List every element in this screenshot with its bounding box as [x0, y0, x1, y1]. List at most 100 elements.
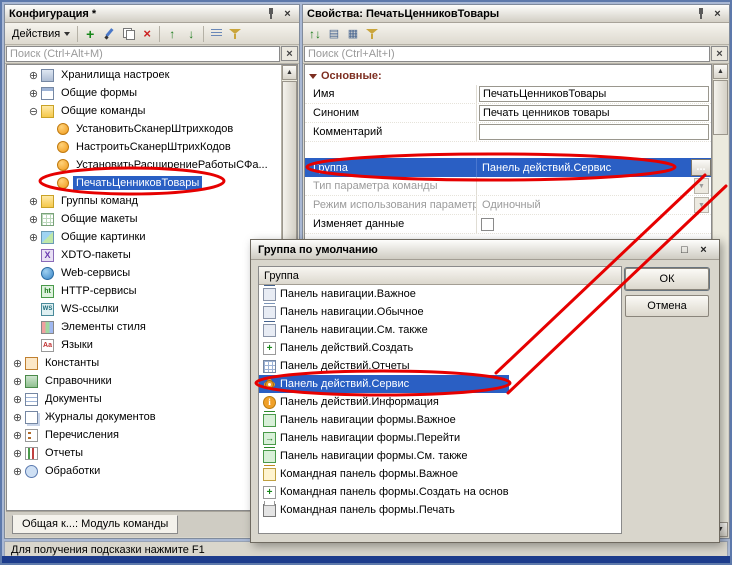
cancel-button[interactable]: Отмена	[625, 295, 709, 317]
tree-expander-icon[interactable]: ⊕	[11, 357, 24, 370]
prop-value-box[interactable]: Печать ценников товары	[479, 105, 709, 121]
prop-row-name[interactable]: Имя ПечатьЦенниковТовары	[305, 85, 711, 104]
tree-expander-icon[interactable]: ⊕	[11, 447, 24, 460]
scrollbar-thumb[interactable]	[282, 81, 297, 251]
tree-expander-icon[interactable]: ⊕	[27, 195, 40, 208]
dialog-item-cell[interactable]: Панель действий.Сервис	[259, 375, 509, 393]
tree-item-15[interactable]: Языки	[7, 336, 281, 354]
tree-expander-icon[interactable]: ⊕	[11, 429, 24, 442]
pin-icon[interactable]	[694, 7, 709, 21]
dialog-list-item-3[interactable]: Панель действий.Создать	[259, 339, 621, 357]
dialog-item-cell[interactable]: Панель навигации.См. также	[259, 321, 509, 339]
dialog-list-item-1[interactable]: Панель навигации.Обычное	[259, 303, 621, 321]
prop-row-synonym[interactable]: Синоним Печать ценников товары	[305, 104, 711, 123]
prop-value-group[interactable]: Панель действий.Сервис	[477, 158, 711, 177]
tree-item-16[interactable]: ⊕ Константы	[7, 354, 281, 372]
tree-expander-icon[interactable]: ⊕	[27, 213, 40, 226]
sort-order-button[interactable]: ↑ ↓	[306, 25, 324, 43]
clear-search-icon[interactable]: ×	[711, 46, 728, 61]
dialog-item-cell[interactable]: Панель навигации.Важное	[259, 285, 509, 303]
filter-button[interactable]	[226, 25, 244, 43]
dropdown-button[interactable]: ▼	[694, 178, 709, 194]
dialog-list-item-10[interactable]: Командная панель формы.Важное	[259, 465, 621, 483]
tree-item-2[interactable]: ⊖ Общие команды	[7, 102, 281, 120]
dialog-item-cell[interactable]: Командная панель формы.Создать на основа…	[259, 483, 509, 501]
dialog-list-item-9[interactable]: Панель навигации формы.См. также	[259, 447, 621, 465]
dialog-list-item-8[interactable]: Панель навигации формы.Перейти	[259, 429, 621, 447]
ok-button[interactable]: ОК	[625, 268, 709, 290]
close-icon[interactable]: ×	[695, 242, 712, 257]
dialog-item-cell[interactable]: Командная панель формы.Важное	[259, 465, 509, 483]
prop-value-synonym[interactable]: Печать ценников товары	[477, 104, 711, 122]
tab-module-command[interactable]: Общая к...: Модуль команды	[12, 515, 179, 534]
prop-value-box[interactable]	[479, 124, 709, 140]
dialog-item-cell[interactable]: Панель навигации формы.См. также	[259, 447, 509, 465]
table-view-button[interactable]: ▦	[344, 25, 362, 43]
dialog-list-item-11[interactable]: Командная панель формы.Создать на основа…	[259, 483, 621, 501]
dialog-item-cell[interactable]: Панель навигации формы.Важное	[259, 411, 509, 429]
maximize-icon[interactable]: □	[676, 242, 693, 257]
dialog-item-cell[interactable]: Командная панель формы.Печать	[259, 501, 509, 519]
dialog-list-item-6[interactable]: Панель действий.Информация	[259, 393, 621, 411]
prop-value-box[interactable]: ПечатьЦенниковТовары	[479, 86, 709, 102]
dialog-list-item-12[interactable]: Командная панель формы.Печать	[259, 501, 621, 519]
delete-button[interactable]: ×	[138, 25, 156, 43]
tree-expander-icon[interactable]: ⊕	[11, 465, 24, 478]
dialog-list-item-2[interactable]: Панель навигации.См. также	[259, 321, 621, 339]
properties-search-input[interactable]	[304, 46, 710, 62]
dialog-item-cell[interactable]: Панель действий.Отчеты	[259, 357, 509, 375]
scrollbar-thumb[interactable]	[713, 80, 728, 135]
edit-button[interactable]	[100, 25, 118, 43]
close-icon[interactable]: ×	[280, 7, 295, 21]
tree-expander-icon[interactable]: ⊕	[27, 231, 40, 244]
dialog-item-cell[interactable]: Панель действий.Создать	[259, 339, 509, 357]
tree-item-20[interactable]: ⊕ Перечисления	[7, 426, 281, 444]
actions-button[interactable]: Действия	[8, 25, 74, 43]
tree-item-9[interactable]: ⊕ Общие картинки	[7, 228, 281, 246]
filter-button[interactable]	[363, 25, 381, 43]
tree-item-6[interactable]: ПечатьЦенниковТовары	[7, 174, 281, 192]
prop-value-comment[interactable]	[477, 123, 711, 141]
tree-item-1[interactable]: ⊕ Общие формы	[7, 84, 281, 102]
pin-icon[interactable]	[264, 7, 279, 21]
dropdown-button[interactable]: ▼	[694, 197, 709, 213]
copy-button[interactable]	[119, 25, 137, 43]
tree-expander-icon[interactable]: ⊕	[11, 375, 24, 388]
prop-row-param-mode[interactable]: Режим использования параметра Одиночный ▼	[305, 196, 711, 215]
scroll-up-icon[interactable]: ▲	[282, 65, 297, 80]
prop-value-name[interactable]: ПечатьЦенниковТовары	[477, 85, 711, 103]
dialog-item-cell[interactable]: Панель действий.Информация	[259, 393, 509, 411]
dialog-list-item-4[interactable]: Панель действий.Отчеты	[259, 357, 621, 375]
prop-value-param-mode[interactable]: Одиночный ▼	[477, 196, 711, 214]
dialog-item-cell[interactable]: Панель навигации формы.Перейти	[259, 429, 509, 447]
dialog-list-item-7[interactable]: Панель навигации формы.Важное	[259, 411, 621, 429]
tree-item-17[interactable]: ⊕ Справочники	[7, 372, 281, 390]
dialog-list-item-0[interactable]: Панель навигации.Важное	[259, 285, 621, 303]
move-down-button[interactable]: ↓	[182, 25, 200, 43]
clear-search-icon[interactable]: ×	[281, 46, 298, 61]
tree-item-10[interactable]: XDTO-пакеты	[7, 246, 281, 264]
tree-expander-icon[interactable]: ⊕	[11, 393, 24, 406]
tree-item-14[interactable]: Элементы стиля	[7, 318, 281, 336]
ellipsis-button[interactable]: ...	[691, 159, 711, 176]
checkbox[interactable]	[481, 217, 494, 231]
tree-item-3[interactable]: УстановитьСканерШтрихкодов	[7, 120, 281, 138]
add-button[interactable]: +	[81, 25, 99, 43]
tree-item-21[interactable]: ⊕ Отчеты	[7, 444, 281, 462]
dialog-item-cell[interactable]: Панель навигации.Обычное	[259, 303, 509, 321]
prop-row-comment[interactable]: Комментарий	[305, 123, 711, 142]
section-header-main[interactable]: Основные:	[305, 67, 711, 85]
scroll-up-icon[interactable]: ▲	[713, 64, 728, 79]
tree-item-12[interactable]: HTTP-сервисы	[7, 282, 281, 300]
sort-list-button[interactable]	[207, 25, 225, 43]
tree-expander-icon[interactable]: ⊕	[27, 69, 40, 82]
tree-item-0[interactable]: ⊕ Хранилища настроек	[7, 66, 281, 84]
move-up-button[interactable]: ↑	[163, 25, 181, 43]
tree-item-19[interactable]: ⊕ Журналы документов	[7, 408, 281, 426]
tree-expander-icon[interactable]: ⊕	[11, 411, 24, 424]
dialog-list-item-5[interactable]: Панель действий.Сервис	[259, 375, 621, 393]
column-header-group[interactable]: Группа	[259, 267, 621, 285]
prop-value-param-type[interactable]: ▼	[477, 177, 711, 195]
tree-item-7[interactable]: ⊕ Группы команд	[7, 192, 281, 210]
tree-expander-icon[interactable]: ⊖	[27, 105, 40, 118]
